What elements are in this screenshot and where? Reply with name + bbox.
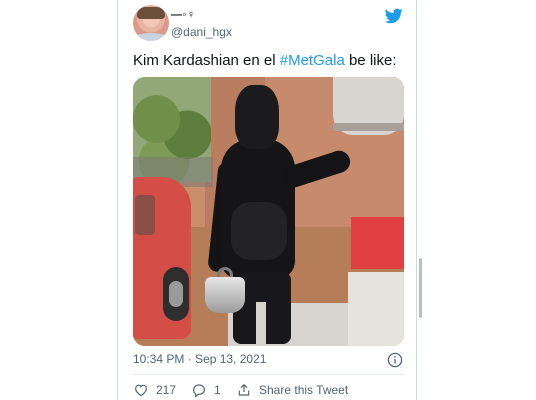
photo-red-bin bbox=[351, 217, 404, 269]
share-button[interactable]: Share this Tweet bbox=[236, 382, 348, 398]
user-handle[interactable]: @dani_hgx bbox=[171, 25, 232, 39]
info-icon[interactable] bbox=[387, 352, 403, 368]
reply-button[interactable]: 1 bbox=[191, 382, 221, 398]
photo-counter bbox=[348, 272, 404, 346]
share-label: Share this Tweet bbox=[259, 383, 349, 397]
tweet-photo-person-in-black-trash-bags[interactable] bbox=[133, 77, 404, 346]
avatar[interactable] bbox=[133, 5, 169, 41]
action-divider bbox=[133, 374, 404, 375]
share-icon bbox=[238, 383, 250, 396]
scrollbar-thumb[interactable] bbox=[419, 258, 422, 318]
tweet-text-end: be like: bbox=[344, 52, 397, 69]
photo-car-window bbox=[135, 195, 155, 235]
hashtag-link[interactable]: #MetGala bbox=[280, 52, 345, 69]
screenshot-stage: —◦♀︎ @dani_hgx Kim Kardashian en el #Met… bbox=[0, 0, 536, 400]
tweet-text-start: Kim Kardashian en el bbox=[133, 52, 280, 69]
reply-count: 1 bbox=[214, 383, 221, 397]
heart-icon bbox=[135, 384, 147, 397]
tweet-timestamp[interactable]: 10:34 PM · Sep 13, 2021 bbox=[133, 352, 266, 366]
photo-water-heater-band bbox=[333, 123, 404, 131]
photo-leg-gap bbox=[256, 302, 266, 346]
user-display-name[interactable]: —◦♀︎ bbox=[171, 9, 196, 21]
avatar-hair bbox=[137, 7, 165, 19]
photo-person-hood bbox=[235, 85, 279, 149]
like-count: 217 bbox=[156, 383, 177, 397]
avatar-shirt bbox=[133, 33, 169, 41]
reply-bubble-icon bbox=[193, 384, 205, 398]
twitter-bird-icon[interactable] bbox=[385, 8, 403, 24]
photo-person-bag-bulge bbox=[231, 202, 287, 260]
photo-car-wheel bbox=[163, 267, 189, 321]
like-button[interactable]: 217 bbox=[133, 382, 176, 398]
tweet-text: Kim Kardashian en el #MetGala be like: bbox=[133, 52, 403, 70]
photo-metal-pot bbox=[205, 277, 245, 313]
